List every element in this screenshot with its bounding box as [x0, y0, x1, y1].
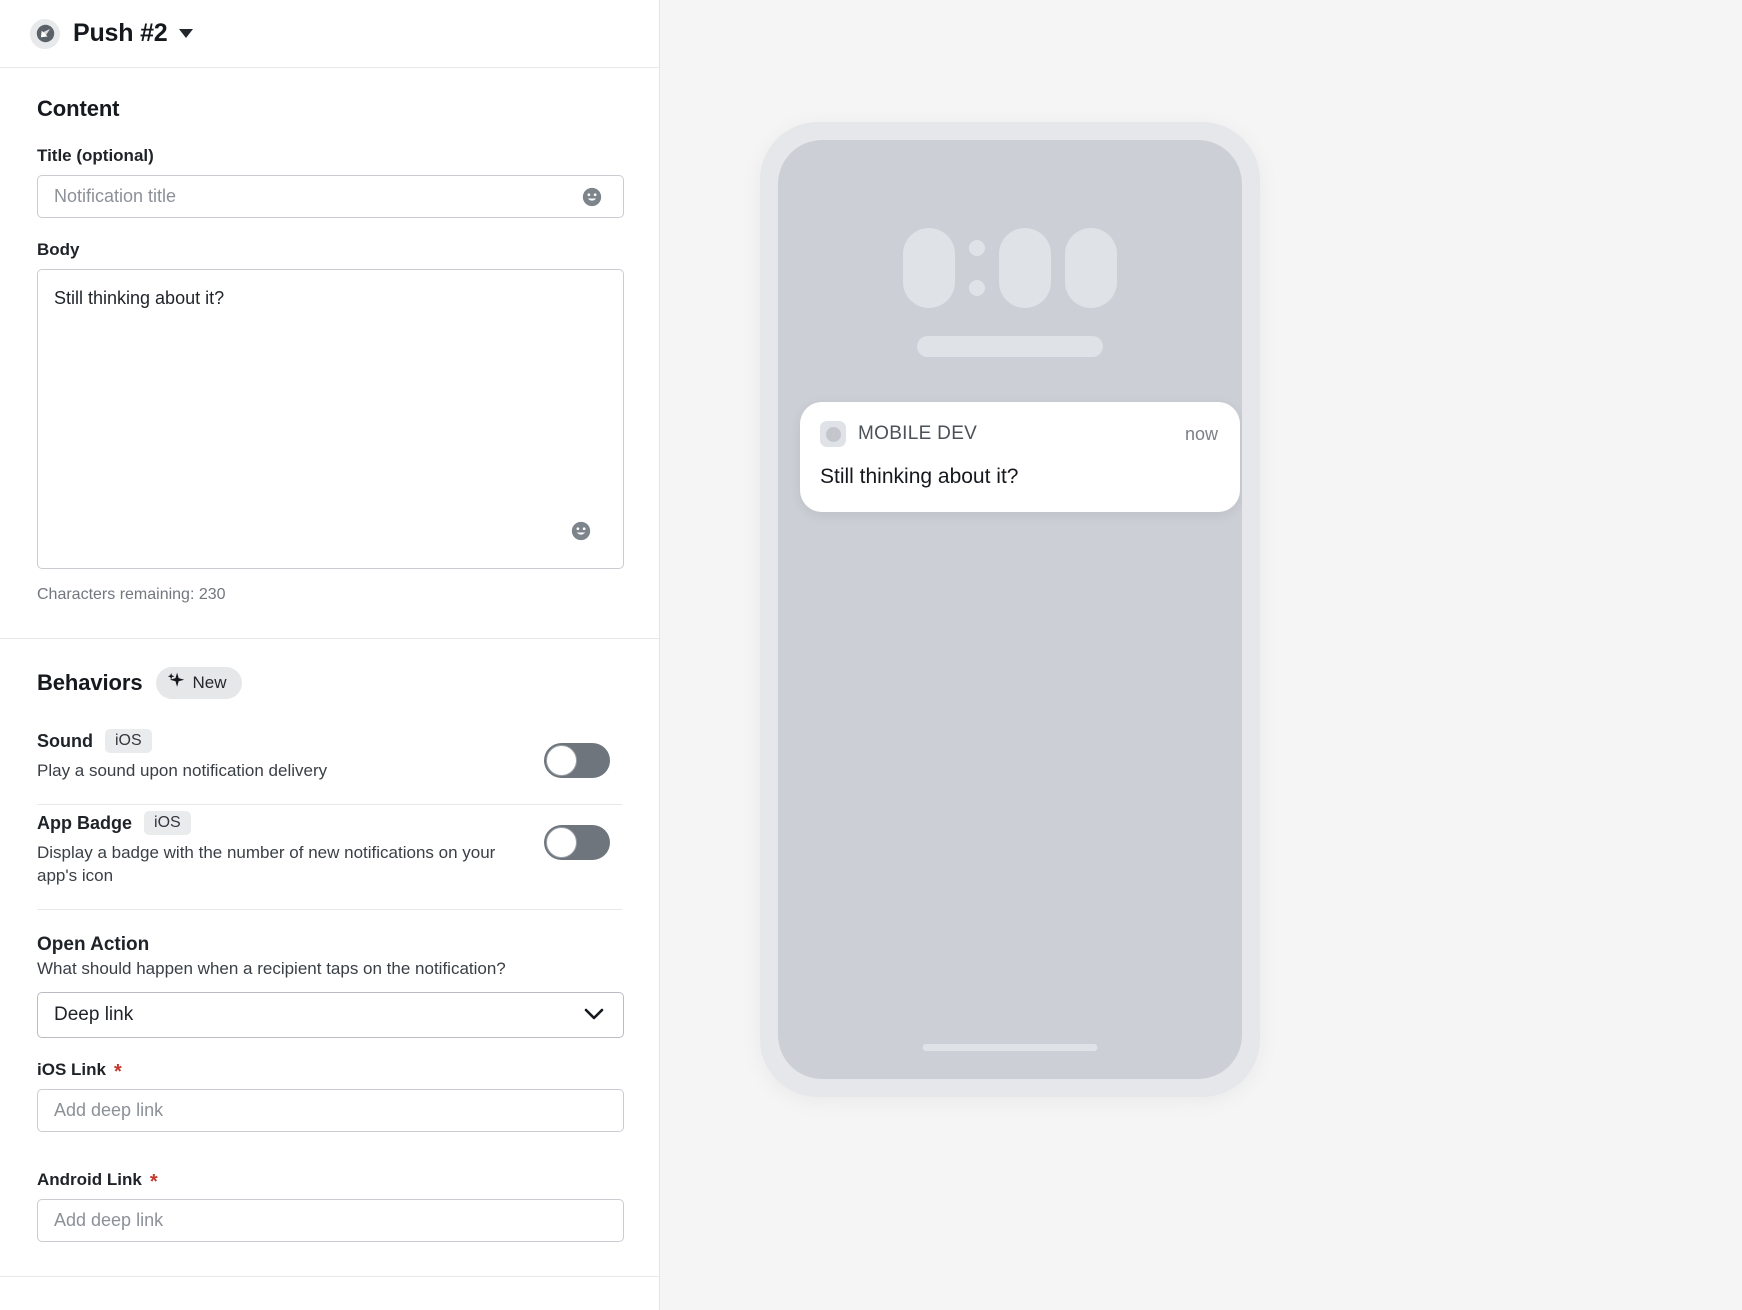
android-link-required-marker: *	[149, 1171, 158, 1194]
android-link-input[interactable]	[37, 1199, 624, 1243]
title-field-label: Title (optional)	[37, 146, 154, 165]
notification-preview-card: MOBILE DEV now Still thinking about it?	[800, 402, 1240, 513]
chevron-down-icon[interactable]	[179, 29, 194, 38]
sound-toggle[interactable]	[544, 743, 610, 778]
ios-link-label: iOS Link *	[37, 1060, 622, 1084]
emoji-smiley-icon[interactable]	[581, 186, 603, 208]
lockscreen-clock-placeholder	[778, 228, 1242, 308]
page-title: Push #2	[73, 19, 168, 47]
app-badge-platform-badge: iOS	[144, 811, 191, 836]
behaviors-heading-label: Behaviors	[37, 670, 143, 695]
body-field-group: Body Characters remaining: 230	[37, 240, 624, 604]
app-badge-texts: App Badge iOS Display a badge with the n…	[37, 811, 537, 887]
app-placeholder-icon	[820, 421, 846, 447]
panel-header: Push #2	[0, 0, 659, 68]
open-action-select[interactable]: Deep link	[37, 992, 624, 1039]
notification-header: MOBILE DEV now	[820, 421, 1218, 447]
behaviors-heading: Behaviors New	[37, 667, 622, 699]
lockscreen-date-placeholder	[917, 336, 1103, 357]
open-action-subtitle: What should happen when a recipient taps…	[37, 959, 506, 979]
behavior-row-sound: Sound iOS Play a sound upon notification…	[37, 723, 622, 806]
open-action-title: Open Action	[37, 934, 150, 956]
sound-title-label: Sound	[37, 730, 93, 751]
app-badge-title-label: App Badge	[37, 812, 133, 833]
sound-title: Sound iOS	[37, 729, 327, 753]
app-badge-toggle[interactable]	[544, 825, 610, 861]
phone-screen: MOBILE DEV now Still thinking about it?	[778, 140, 1242, 1079]
new-badge-label: New	[192, 673, 227, 692]
notification-app-name: MOBILE DEV	[858, 423, 978, 444]
device-preview-pane: MOBILE DEV now Still thinking about it?	[660, 0, 1742, 1310]
ios-link-input[interactable]	[37, 1089, 624, 1133]
body-input-wrap	[37, 269, 624, 574]
android-link-label: Android Link *	[37, 1170, 622, 1194]
notification-body-textarea[interactable]	[37, 269, 624, 569]
clock-digit	[999, 228, 1051, 308]
composer-panel: Push #2 Content Title (optional) Notific…	[0, 0, 660, 1310]
app-badge-toggle-knob	[546, 827, 577, 859]
push-composer-app: Push #2 Content Title (optional) Notific…	[0, 0, 1742, 1310]
android-link-group: Android Link *	[37, 1170, 624, 1243]
title-field-group: Title (optional)	[37, 146, 624, 218]
sound-platform-badge: iOS	[105, 729, 152, 753]
sound-description: Play a sound upon notification delivery	[37, 761, 328, 780]
ios-link-group: iOS Link *	[37, 1060, 624, 1133]
emoji-smiley-icon[interactable]	[570, 520, 592, 542]
clock-colon	[969, 240, 985, 296]
content-section: Content Title (optional) Notification ti…	[0, 68, 659, 639]
body-field-label: Body	[37, 240, 80, 259]
clock-digit	[1065, 228, 1117, 308]
clock-digit	[903, 228, 955, 308]
title-input-wrap	[37, 175, 624, 218]
sound-toggle-knob	[546, 745, 577, 776]
android-link-label-text: Android Link	[37, 1170, 142, 1190]
app-badge-title: App Badge iOS	[37, 811, 537, 836]
behaviors-section: Behaviors New Sound iOS Play a sound upo…	[0, 639, 659, 1278]
behavior-row-app-badge: App Badge iOS Display a badge with the n…	[37, 805, 622, 911]
content-heading: Content	[37, 96, 622, 122]
open-action-select-wrap: Deep link	[37, 992, 624, 1039]
sound-texts: Sound iOS Play a sound upon notification…	[37, 729, 327, 782]
new-feature-badge: New	[156, 667, 242, 699]
notification-title-input[interactable]	[37, 175, 624, 218]
notification-timestamp: now	[1184, 423, 1218, 444]
sparkles-icon	[166, 671, 185, 695]
ios-link-required-marker: *	[113, 1061, 122, 1084]
open-action-selected-value: Deep link	[54, 1004, 134, 1026]
open-action-group: Open Action What should happen when a re…	[37, 910, 624, 1039]
app-badge-description: Display a badge with the number of new n…	[37, 843, 496, 886]
phone-mockup: MOBILE DEV now Still thinking about it?	[760, 122, 1260, 1097]
ios-link-label-text: iOS Link	[37, 1060, 106, 1080]
push-send-icon	[30, 18, 60, 49]
characters-remaining-text: Characters remaining: 230	[37, 586, 226, 603]
content-heading-label: Content	[37, 96, 120, 121]
notification-body-text: Still thinking about it?	[820, 465, 1019, 488]
home-indicator	[922, 1044, 1098, 1051]
